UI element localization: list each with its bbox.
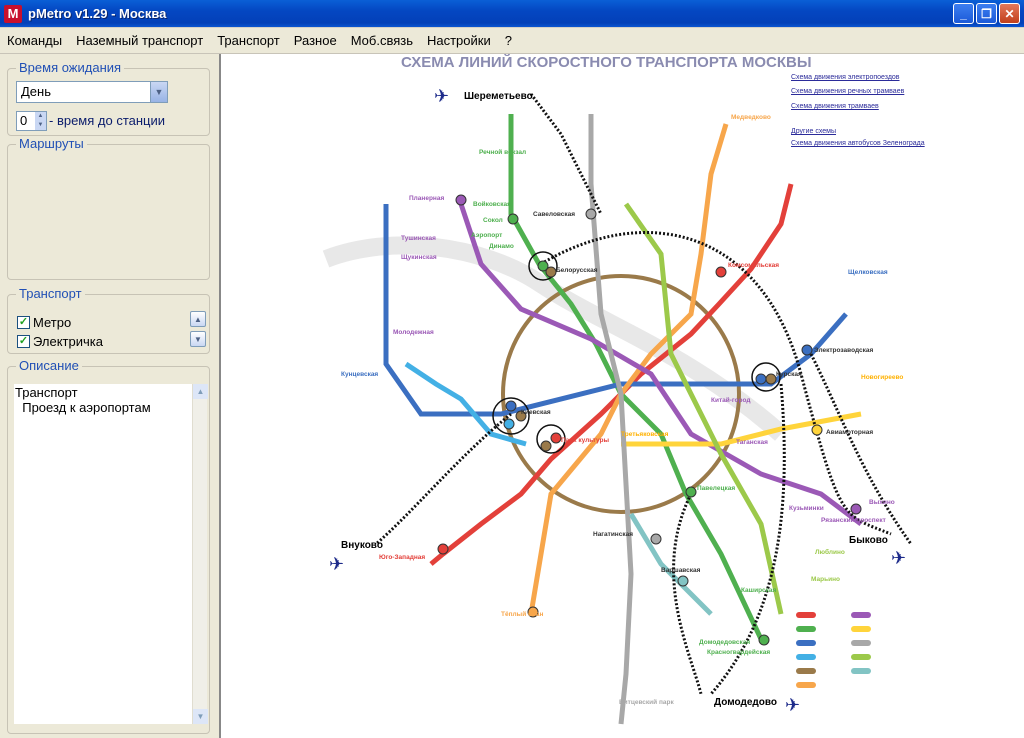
description-scrollbar[interactable]: ▲ ▼ — [192, 384, 208, 724]
label-savelovskaya: Савеловская — [533, 211, 575, 218]
menu-settings[interactable]: Настройки — [420, 28, 498, 54]
label-dinamo: Динамо — [489, 243, 514, 250]
routes-group-title: Маршруты — [16, 136, 87, 151]
train-label: Электричка — [33, 334, 103, 349]
label-kievskaya: Киевская — [521, 409, 551, 416]
menu-ground-transport[interactable]: Наземный транспорт — [69, 28, 210, 54]
plane-icon-sheremetyevo: ✈ — [434, 86, 449, 106]
metro-checkbox[interactable]: ✓ — [17, 316, 30, 329]
label-shchukinskaya: Щукинская — [401, 254, 437, 261]
label-kuzminki: Кузьминки — [789, 505, 824, 512]
label-kitay-gorod: Китай-город — [711, 396, 751, 404]
label-vykhino: Выхино — [869, 499, 895, 506]
label-belorusskaya: Белорусская — [556, 267, 598, 274]
label-domodedovskaya: Домодедовская — [699, 639, 750, 646]
transport-group: Транспорт ✓ Метро ✓ Электричка ▲ ▼ — [7, 286, 210, 354]
description-group-title: Описание — [16, 358, 82, 373]
wait-time-value: День — [21, 84, 51, 99]
airport-vnukovo: Внуково — [341, 540, 383, 551]
side-panel: Время ожидания День ▼ 0 ▲ ▼ - время до ст… — [0, 54, 219, 738]
legend — [796, 612, 871, 688]
transport-group-title: Транспорт — [16, 286, 85, 301]
metro-checkbox-row[interactable]: ✓ Метро — [17, 315, 71, 330]
minimize-button[interactable]: _ — [953, 3, 974, 24]
rail-bykovo — [809, 353, 913, 545]
label-lyublino: Люблино — [815, 548, 845, 556]
maximize-button[interactable]: ❐ — [976, 3, 997, 24]
label-tyoply-stan: Тёплый Стан — [501, 610, 543, 618]
label-kuntsevskaya: Кунцевская — [341, 371, 378, 378]
menu-bar: Команды Наземный транспорт Транспорт Раз… — [0, 28, 1024, 54]
label-krasnogvardeyskaya: Красногвардейская — [707, 648, 770, 656]
label-planernaya: Планерная — [409, 195, 444, 202]
station-time-spinner[interactable]: 0 ▲ ▼ — [16, 111, 47, 131]
menu-help[interactable]: ? — [498, 28, 519, 54]
menu-mobile[interactable]: Моб.связь — [344, 28, 420, 54]
label-medvedkovo: Медведково — [731, 114, 771, 121]
wait-group-title: Время ожидания — [16, 60, 125, 75]
close-button[interactable]: ✕ — [999, 3, 1020, 24]
description-line-1: Транспорт — [15, 385, 78, 400]
metro-map[interactable]: СХЕМА ЛИНИЙ СКОРОСТНОГО ТРАНСПОРТА МОСКВ… — [219, 54, 1024, 738]
label-komsomolskaya: Комсомольская — [728, 262, 779, 269]
spinner-arrows-icon[interactable]: ▲ ▼ — [35, 112, 46, 130]
label-bittsevsky: Битцевский парк — [619, 698, 674, 706]
label-shchelkovskaya: Щелковская — [848, 269, 888, 276]
label-kashirskaya: Каширская — [741, 587, 777, 594]
label-sokol: Сокол — [483, 217, 503, 224]
label-aeroport: Аэропорт — [471, 232, 502, 239]
menu-transport[interactable]: Транспорт — [210, 28, 287, 54]
label-varshavskaya: Варшавская — [661, 567, 701, 574]
title-bar: M pMetro v1.29 - Москва _ ❐ ✕ — [0, 0, 1024, 27]
move-down-button[interactable]: ▼ — [190, 331, 206, 347]
label-yugo-zapadnaya: Юго-Западная — [379, 554, 425, 561]
label-park-kultury: Парк культуры — [561, 437, 609, 444]
menu-misc[interactable]: Разное — [287, 28, 344, 54]
description-group: Описание Транспорт Проезд к аэропортам ▲… — [7, 358, 210, 734]
scroll-down-icon[interactable]: ▼ — [193, 709, 208, 724]
plane-icon-domodedovo: ✈ — [785, 695, 800, 715]
window-title: pMetro v1.29 - Москва — [28, 6, 167, 21]
train-checkbox-row[interactable]: ✓ Электричка — [17, 334, 103, 349]
airport-domodedovo: Домодедово — [714, 697, 777, 708]
label-maryino: Марьино — [811, 576, 840, 583]
plane-icon-bykovo: ✈ — [891, 548, 906, 568]
airport-bykovo: Быково — [849, 535, 888, 546]
chevron-down-icon[interactable]: ▼ — [150, 82, 167, 102]
label-paveletskaya: Павелецкая — [697, 485, 735, 492]
plane-icon-vnukovo: ✈ — [329, 554, 344, 574]
label-aviamotornaya: Авиамоторная — [826, 429, 873, 436]
label-elektrozavodskaya: Электрозаводская — [814, 347, 873, 354]
label-novogireevo: Новогиреево — [861, 374, 903, 381]
menu-commands[interactable]: Команды — [0, 28, 69, 54]
map-canvas: Шереметьево Внуково Быково Домодедово ✈ … — [322, 86, 913, 725]
train-checkbox[interactable]: ✓ — [17, 335, 30, 348]
aeroexpress-domodedovo — [672, 493, 703, 695]
routes-group: Маршруты — [7, 136, 210, 280]
label-tushinskaya: Тушинская — [401, 235, 436, 242]
label-rechnoy: Речной вокзал — [479, 148, 526, 156]
metro-label: Метро — [33, 315, 72, 330]
scroll-up-icon[interactable]: ▲ — [193, 384, 208, 399]
wait-time-select[interactable]: День ▼ — [16, 81, 168, 103]
description-text[interactable]: Транспорт Проезд к аэропортам ▲ ▼ — [14, 384, 208, 724]
label-nagatinskaya: Нагатинская — [593, 531, 633, 538]
label-taganskaya: Таганская — [736, 439, 768, 446]
line-11 — [628, 512, 713, 616]
label-molodezhnaya: Молодежная — [393, 329, 434, 336]
description-line-2: Проезд к аэропортам — [15, 400, 151, 415]
label-kurskaya: Курская — [776, 371, 802, 378]
label-tretyakovskaya: Третьяковская — [621, 431, 669, 438]
move-up-button[interactable]: ▲ — [190, 311, 206, 327]
airport-sheremetyevo: Шереметьево — [464, 91, 533, 102]
label-ryazansky: Рязанский проспект — [821, 516, 886, 524]
spinner-label: - время до станции — [49, 113, 166, 128]
app-icon: M — [4, 4, 22, 23]
label-voykovskaya: Войковская — [473, 200, 511, 208]
wait-group: Время ожидания День ▼ 0 ▲ ▼ - время до ст… — [7, 60, 210, 136]
spinner-value: 0 — [20, 113, 28, 128]
